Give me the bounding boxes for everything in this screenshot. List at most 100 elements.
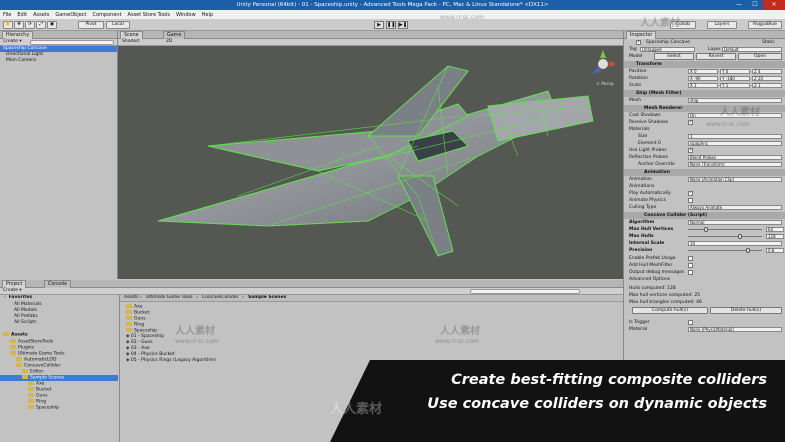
object-name-field[interactable]: Spaceship Concave — [646, 39, 690, 46]
scale-x-field[interactable]: X 1 — [688, 83, 718, 88]
menu-window[interactable]: Window — [176, 12, 196, 18]
anchor-override-field[interactable]: None (Transform) — [688, 162, 782, 167]
hierarchy-item[interactable]: Main Camera — [0, 58, 36, 64]
menu-asset-store-tools[interactable]: Asset Store Tools — [128, 12, 170, 18]
position-y-field[interactable]: Y 0 — [720, 69, 750, 74]
animations-label[interactable]: Animations — [629, 183, 654, 190]
menu-assets[interactable]: Assets — [33, 12, 49, 18]
max-hull-vertices-slider[interactable] — [688, 227, 762, 232]
is-trigger-checkbox[interactable] — [688, 320, 693, 325]
materials-label[interactable]: Materials — [629, 126, 650, 133]
persp-label[interactable]: < Persp — [596, 82, 614, 88]
scene-view[interactable]: < Persp — [118, 46, 623, 279]
advanced-options-foldout[interactable]: Advanced Options — [629, 276, 670, 283]
menu-edit[interactable]: Edit — [17, 12, 27, 18]
animate-physics-checkbox[interactable] — [688, 198, 693, 203]
slider-knob[interactable] — [704, 227, 708, 232]
step-button[interactable]: ▶❚ — [398, 21, 408, 29]
breadcrumb-item[interactable]: Sample Scenes — [248, 295, 286, 301]
project-create-button[interactable]: Create ▾ — [3, 288, 22, 294]
mesh-filter-header[interactable]: Ship (Mesh Filter) — [624, 90, 785, 97]
light-probes-checkbox[interactable] — [688, 147, 693, 154]
minimize-button[interactable]: — — [731, 0, 747, 10]
tag-dropdown[interactable]: Untagged — [640, 47, 695, 52]
precision-field[interactable]: 0.8 — [766, 248, 784, 253]
position-z-field[interactable]: Z 4 — [752, 69, 782, 74]
pivot-toggle[interactable]: Pivot — [78, 21, 104, 29]
close-button[interactable]: ✕ — [763, 0, 785, 10]
menu-help[interactable]: Help — [202, 12, 213, 18]
concave-collider-header[interactable]: Concave Collider (Script) — [624, 212, 785, 219]
tab-scene[interactable]: Scene — [120, 31, 143, 39]
hand-tool-icon[interactable]: ✋ — [3, 21, 13, 29]
tab-inspector[interactable]: Inspector — [626, 31, 657, 39]
animation-clip-field[interactable]: None (Animation Clip) — [688, 177, 782, 182]
tree-assets[interactable]: Assets — [3, 332, 28, 338]
tab-game[interactable]: Game — [163, 31, 186, 39]
2d-toggle[interactable]: 2D — [166, 39, 172, 45]
layer-dropdown[interactable]: Default — [722, 47, 782, 52]
collab-button[interactable]: Collab — [670, 21, 696, 29]
object-active-checkbox[interactable] — [636, 39, 641, 46]
tab-hierarchy[interactable]: Hierarchy — [2, 31, 34, 39]
prefab-revert-button[interactable]: Revert — [696, 53, 736, 60]
breadcrumb-item[interactable]: Ultimate Game Tools — [146, 295, 193, 301]
prefab-select-button[interactable]: Select — [654, 53, 694, 60]
receive-shadows-checkbox[interactable] — [688, 119, 693, 126]
delete-hulls-button[interactable]: Delete hull(s) — [710, 307, 782, 314]
layout-dropdown[interactable]: RogyaBlue — [748, 21, 782, 29]
material-field[interactable]: None (PhysicMaterial) — [688, 327, 782, 332]
mesh-renderer-header[interactable]: Mesh Renderer — [624, 105, 785, 112]
maximize-button[interactable]: ☐ — [747, 0, 763, 10]
pause-button[interactable]: ❚❚ — [386, 21, 396, 29]
element0-field[interactable]: sipophnc — [688, 141, 782, 146]
rotation-z-field[interactable]: Z 20 — [752, 76, 782, 81]
breadcrumb-item[interactable]: Assets — [124, 295, 139, 301]
tree-item[interactable]: All Scripts — [14, 320, 36, 326]
slider-knob[interactable] — [738, 234, 742, 239]
rotation-y-field[interactable]: Y -180 — [720, 76, 750, 81]
add-hull-checkbox[interactable] — [688, 263, 693, 268]
hierarchy-search-input[interactable] — [30, 40, 114, 45]
enable-prefab-checkbox[interactable] — [688, 256, 693, 261]
menu-component[interactable]: Component — [93, 12, 122, 18]
max-hull-vertices-field[interactable]: 64 — [766, 227, 784, 232]
compute-hulls-button[interactable]: Compute hull(s) — [632, 307, 708, 314]
tree-item[interactable]: Spaceship — [28, 405, 59, 411]
cast-shadows-dropdown[interactable]: On — [688, 113, 782, 118]
algorithm-dropdown[interactable]: Normal — [688, 220, 782, 225]
play-auto-checkbox[interactable] — [688, 190, 693, 197]
local-toggle[interactable]: Local — [106, 21, 130, 29]
internal-scale-field[interactable]: 10 — [688, 241, 782, 246]
reflection-probes-dropdown[interactable]: Blend Probes — [688, 155, 782, 160]
output-debug-checkbox[interactable] — [688, 270, 693, 275]
menu-gameobject[interactable]: GameObject — [55, 12, 86, 18]
size-field[interactable]: 1 — [688, 134, 782, 139]
tab-console[interactable]: Console — [44, 280, 72, 288]
play-button[interactable]: ▶ — [374, 21, 384, 29]
rect-tool-icon[interactable]: ▣ — [47, 21, 57, 29]
hierarchy-create-button[interactable]: Create ▾ — [3, 39, 22, 45]
animation-header[interactable]: Animation — [624, 169, 785, 176]
max-hulls-slider[interactable] — [688, 234, 762, 239]
precision-slider[interactable] — [688, 248, 762, 253]
scale-y-field[interactable]: Y 1 — [720, 83, 750, 88]
rotation-x-field[interactable]: X -90 — [688, 76, 718, 81]
position-x-field[interactable]: X 0 — [688, 69, 718, 74]
mesh-field[interactable]: ship — [688, 98, 782, 103]
breadcrumb-item[interactable]: ConcaveCollider — [202, 295, 239, 301]
scale-tool-icon[interactable]: ⤢ — [36, 21, 46, 29]
project-search-input[interactable] — [470, 289, 580, 294]
menu-file[interactable]: File — [3, 12, 11, 18]
tree-item-selected[interactable]: Sample Scenes — [0, 375, 118, 381]
tree-favorites[interactable]: ★ Favorites — [3, 295, 32, 301]
culling-dropdown[interactable]: Always Animate — [688, 205, 782, 210]
max-hulls-field[interactable]: 128 — [766, 234, 784, 239]
rotate-tool-icon[interactable]: ⟳ — [25, 21, 35, 29]
slider-knob[interactable] — [746, 248, 750, 253]
scale-z-field[interactable]: Z 1 — [752, 83, 782, 88]
prefab-open-button[interactable]: Open — [738, 53, 782, 60]
move-tool-icon[interactable]: ✥ — [14, 21, 24, 29]
tab-project[interactable]: Project — [2, 280, 27, 288]
static-toggle[interactable]: Static — [762, 39, 775, 46]
